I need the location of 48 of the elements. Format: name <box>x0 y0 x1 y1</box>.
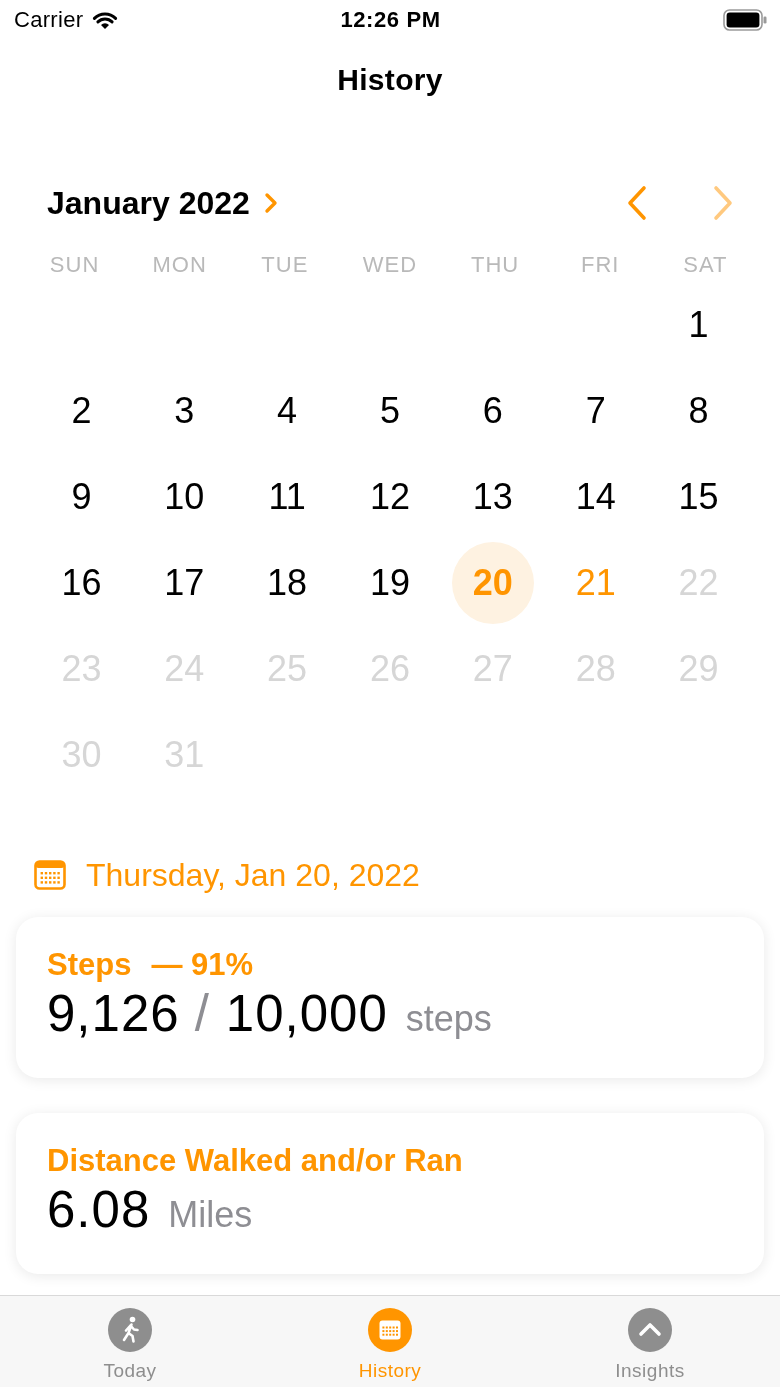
calendar-day[interactable]: 19 <box>349 542 431 624</box>
weekday-label: TUE <box>261 252 309 278</box>
nav-title: History <box>337 63 443 97</box>
calendar-day[interactable]: 14 <box>554 456 637 538</box>
calendar-day[interactable]: 4 <box>246 370 329 452</box>
weekday-label: WED <box>362 252 418 278</box>
month-button[interactable]: January 2022 <box>47 184 278 222</box>
weekday-label: THU <box>471 252 520 278</box>
calendar-day[interactable]: 12 <box>349 456 431 538</box>
calendar-day[interactable]: 7 <box>554 370 637 452</box>
calendar-day[interactable]: 5 <box>349 370 431 452</box>
status-time: 12:26 PM <box>340 7 441 33</box>
metric-value: 6.08 <box>47 1181 151 1239</box>
calendar-day[interactable]: 10 <box>143 456 226 538</box>
wifi-icon <box>92 10 119 30</box>
calendar-day[interactable]: 2 <box>40 370 123 452</box>
percentage-label: — 91% <box>151 947 254 983</box>
card-title: Steps <box>47 947 132 983</box>
calendar-day[interactable]: 8 <box>657 370 740 452</box>
weekday-label: SUN <box>49 252 100 278</box>
calendar-icon <box>368 1308 412 1352</box>
value-separator: / <box>194 985 209 1043</box>
calendar-day[interactable]: 9 <box>40 456 123 538</box>
calendar-day[interactable]: 6 <box>451 370 534 452</box>
goal-value: 10,000 <box>225 985 388 1043</box>
battery-icon <box>723 9 767 31</box>
calendar-day[interactable]: 13 <box>451 456 534 538</box>
weekday-label: FRI <box>581 252 620 278</box>
calendar-day[interactable]: 3 <box>143 370 226 452</box>
chevron-left-icon[interactable] <box>626 185 648 221</box>
chevron-right-icon <box>263 192 278 214</box>
unit-label: Miles <box>168 1194 253 1236</box>
calendar-icon <box>34 860 66 890</box>
calendar-day[interactable]: 18 <box>246 542 329 624</box>
metric-value: 9,126 <box>47 985 180 1043</box>
selected-date-label: Thursday, Jan 20, 2022 <box>86 856 420 894</box>
walking-figure-icon <box>108 1308 152 1352</box>
weekday-label: MON <box>152 252 207 278</box>
calendar-day[interactable]: 11 <box>246 456 329 538</box>
carrier-label: Carrier <box>14 7 84 33</box>
card-title: Distance Walked and/or Ran <box>47 1143 463 1179</box>
calendar-day[interactable]: 15 <box>657 456 740 538</box>
calendar-day[interactable]: 1 <box>657 284 740 366</box>
chevron-up-icon <box>628 1308 672 1352</box>
calendar-day[interactable]: 16 <box>40 542 123 624</box>
calendar-day[interactable]: 17 <box>143 542 226 624</box>
unit-label: steps <box>405 998 492 1040</box>
weekday-label: SAT <box>683 252 728 278</box>
